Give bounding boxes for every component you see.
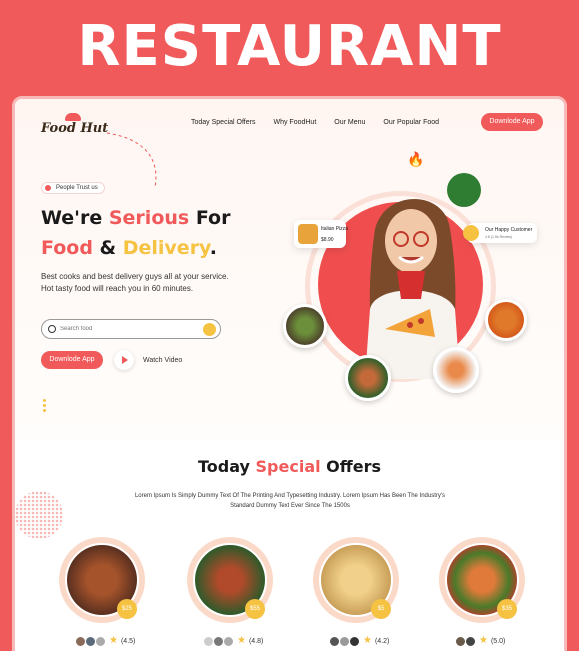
star-icon: ★: [479, 635, 488, 646]
nav-download-button[interactable]: Downlode App: [481, 113, 543, 131]
headline-highlight-food: Food: [41, 237, 93, 259]
search-input[interactable]: [60, 323, 190, 335]
logo[interactable]: Food Hut: [41, 121, 108, 136]
food-plate-image: [345, 355, 391, 401]
pizza-card[interactable]: Italian Pizza $8.90: [294, 220, 348, 248]
offers-title: Today Special Offers: [15, 457, 564, 476]
halftone-decoration: [15, 491, 63, 539]
offers-title-part: Today: [197, 457, 256, 476]
food-plate-image: [433, 347, 479, 393]
customer-card-rating: 4.8 (1.5k Review): [485, 235, 513, 239]
play-video-button[interactable]: [114, 350, 134, 370]
dish-rating: ★ (5.0): [455, 635, 505, 647]
rating-value: (5.0): [490, 637, 506, 645]
trust-badge-label: People Trust us: [56, 185, 98, 191]
offers-title-part: Offers: [320, 457, 382, 476]
star-icon: ★: [363, 635, 372, 646]
dish-rating: ★ (4.8): [203, 635, 263, 647]
star-icon: ★: [109, 635, 118, 646]
rating-value: (4.5): [120, 637, 136, 645]
pizza-thumbnail: [298, 224, 318, 244]
offers-description: Lorem Ipsum Is Simply Dummy Text Of The …: [134, 493, 446, 509]
headline-part: .: [209, 237, 217, 259]
dish-rating: ★ (4.2): [329, 635, 389, 647]
dish-card[interactable]: $55 ★ (4.8): [185, 537, 285, 651]
search-icon: [48, 325, 56, 333]
hero-description: Best cooks and best delivery guys all at…: [41, 272, 229, 293]
logo-hat-icon: [65, 113, 81, 121]
banner-title: RESTAURANT: [77, 14, 502, 79]
smile-icon: [463, 225, 479, 241]
dish-rating: ★ (4.5): [75, 635, 135, 647]
headline-part: We're: [41, 207, 109, 229]
dish-card[interactable]: $35 ★ (5.0): [437, 537, 537, 651]
offers-title-highlight: Special: [255, 457, 321, 476]
avatar: [349, 635, 360, 647]
avatar: [95, 635, 106, 647]
dish-card[interactable]: $5 ★ (4.2): [311, 537, 411, 651]
nav-item-our-menu[interactable]: Our Menu: [334, 119, 365, 126]
headline-part: &: [92, 237, 123, 259]
dish-price: $25: [117, 599, 137, 619]
customer-card-title: Our Happy Customer: [485, 227, 533, 233]
headline-part: For: [189, 207, 231, 229]
avatar: [465, 635, 476, 647]
hero-headline: We're Serious For Food & Delivery.: [41, 203, 230, 263]
hero-download-button[interactable]: Downlode App: [41, 351, 103, 369]
happy-customer-card: Our Happy Customer 4.8 (1.5k Review): [463, 223, 537, 243]
food-plate-image: [485, 299, 527, 341]
headline-highlight-serious: Serious: [108, 207, 190, 229]
food-plate-image: [283, 304, 327, 348]
scroll-indicator[interactable]: [43, 399, 47, 419]
dashed-curve-decoration: [106, 132, 157, 188]
search-button[interactable]: [203, 323, 216, 336]
headline-highlight-delivery: Delivery: [122, 237, 210, 259]
flame-icon: 🔥: [407, 151, 425, 167]
pizza-card-name: Italian Pizza: [321, 226, 348, 232]
dish-price: $5: [371, 599, 391, 619]
dish-price: $55: [245, 599, 265, 619]
parsley-garnish-image: [447, 173, 481, 207]
rating-value: (4.8): [248, 637, 264, 645]
website-preview: Food Hut Today Special Offers Why FoodHu…: [12, 96, 567, 651]
trust-badge: People Trust us: [41, 182, 105, 194]
heart-icon: [45, 185, 51, 191]
star-icon: ★: [237, 635, 246, 646]
avatar: [223, 635, 234, 647]
rating-value: (4.2): [374, 637, 390, 645]
dish-card[interactable]: $25 ★ (4.5): [57, 537, 157, 651]
nav-item-special-offers[interactable]: Today Special Offers: [191, 119, 255, 126]
dish-price: $35: [497, 599, 517, 619]
pizza-card-price: $8.90: [321, 237, 334, 243]
main-nav: Today Special Offers Why FoodHut Our Men…: [191, 119, 439, 126]
search-bar: [41, 319, 221, 339]
watch-video-label[interactable]: Watch Video: [143, 357, 182, 364]
nav-item-why-foodhut[interactable]: Why FoodHut: [273, 119, 316, 126]
nav-item-popular-food[interactable]: Our Popular Food: [383, 119, 439, 126]
